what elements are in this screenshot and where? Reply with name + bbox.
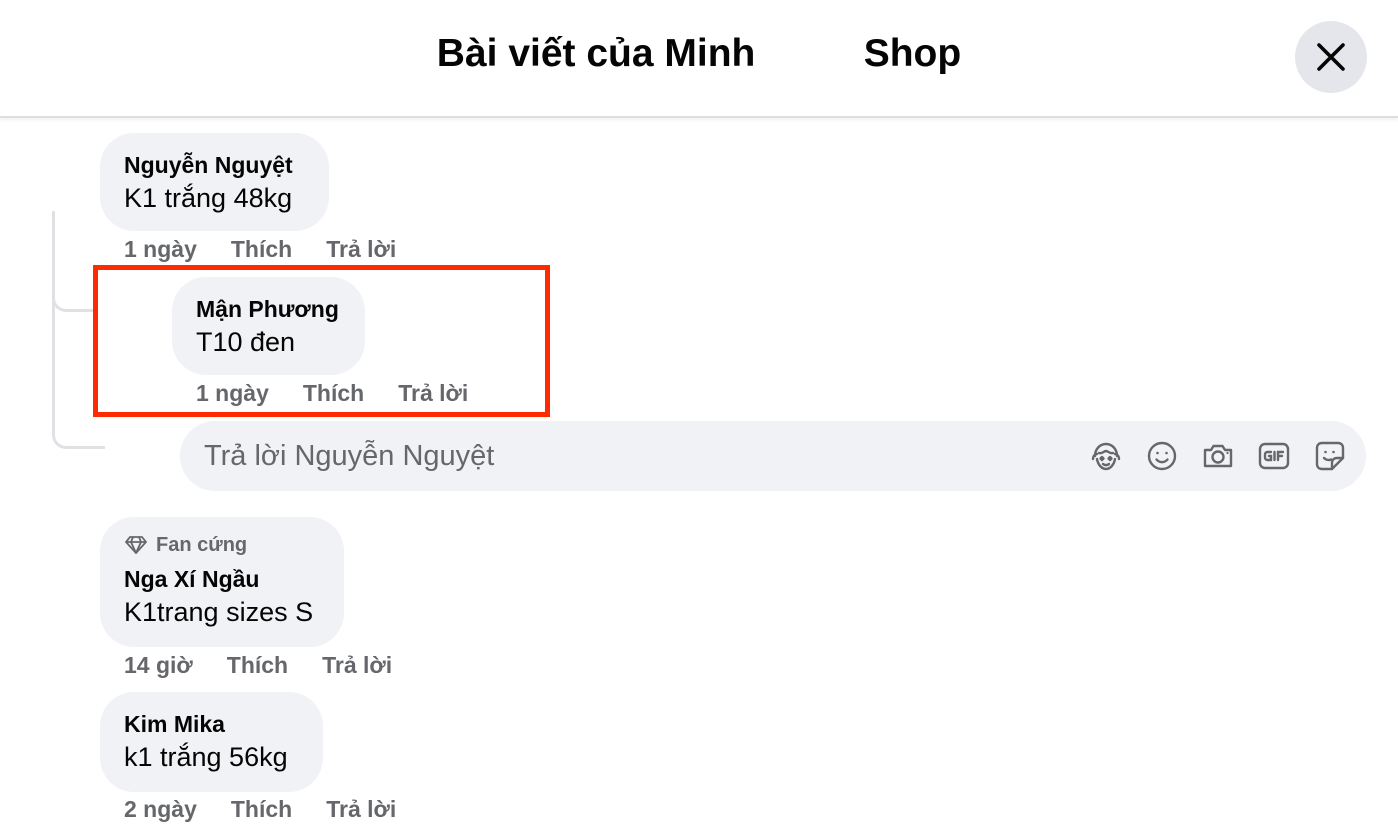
- like-button[interactable]: Thích: [231, 236, 292, 263]
- gif-icon[interactable]: [1256, 438, 1292, 474]
- comment-time[interactable]: 14 giờ: [124, 652, 193, 679]
- comment-actions: 14 giờ Thích Trả lời: [124, 652, 392, 679]
- badge-label: Fan cứng: [156, 534, 248, 556]
- close-button[interactable]: [1295, 21, 1367, 93]
- close-icon: [1317, 43, 1345, 71]
- comment-actions: 2 ngày Thích Trả lời: [124, 796, 396, 823]
- comment-time[interactable]: 2 ngày: [124, 796, 197, 823]
- comment-author[interactable]: Nga Xí Ngầu: [124, 565, 320, 593]
- reply-button[interactable]: Trả lời: [326, 796, 396, 823]
- comment-time[interactable]: 1 ngày: [124, 236, 197, 263]
- comment-text: T10 đen: [196, 327, 296, 357]
- comment-text: K1 trắng 48kg: [124, 183, 293, 213]
- thread-connector: [52, 300, 105, 449]
- comment-actions: 1 ngày Thích Trả lời: [124, 236, 396, 263]
- dialog-title: Bài viết của Minh Shop: [436, 32, 962, 75]
- comment-bubble: Fan cứng Nga Xí Ngầu K1trang sizes S: [100, 517, 344, 647]
- camera-icon[interactable]: [1200, 438, 1236, 474]
- like-button[interactable]: Thích: [231, 796, 292, 823]
- comment-actions: 1 ngày Thích Trả lời: [196, 380, 468, 407]
- reply-button[interactable]: Trả lời: [322, 652, 392, 679]
- comment-time[interactable]: 1 ngày: [196, 380, 269, 407]
- reply-button[interactable]: Trả lời: [326, 236, 396, 263]
- like-button[interactable]: Thích: [227, 652, 288, 679]
- comment-bubble: Nguyễn Nguyệt K1 trắng 48kg: [100, 133, 329, 231]
- like-button[interactable]: Thích: [303, 380, 364, 407]
- comment-author[interactable]: Nguyễn Nguyệt: [124, 151, 305, 179]
- comment-bubble: Kim Mika k1 trắng 56kg: [100, 692, 323, 792]
- comment-text: K1trang sizes S: [124, 597, 314, 627]
- dialog-header: Bài viết của Minh Shop: [0, 0, 1398, 118]
- comment-author[interactable]: Mận Phương: [196, 295, 341, 323]
- reply-comment-bubble: Mận Phương T10 đen: [172, 277, 365, 375]
- comment-text: k1 trắng 56kg: [124, 742, 288, 772]
- comments-dialog: Bài viết của Minh Shop Nguyễn Nguyệt K1 …: [0, 0, 1398, 830]
- thread-connector: [52, 211, 95, 312]
- diamond-icon: [125, 536, 147, 554]
- comment-author[interactable]: Kim Mika: [124, 710, 299, 738]
- reply-input-box[interactable]: [180, 421, 1366, 491]
- emoji-icon[interactable]: [1144, 438, 1180, 474]
- reply-button[interactable]: Trả lời: [398, 380, 468, 407]
- avatar-sticker-icon[interactable]: [1088, 438, 1124, 474]
- input-icon-bar: [1088, 438, 1348, 474]
- reply-input[interactable]: [204, 421, 1064, 491]
- sticker-icon[interactable]: [1312, 438, 1348, 474]
- fan-badge: Fan cứng: [124, 533, 320, 557]
